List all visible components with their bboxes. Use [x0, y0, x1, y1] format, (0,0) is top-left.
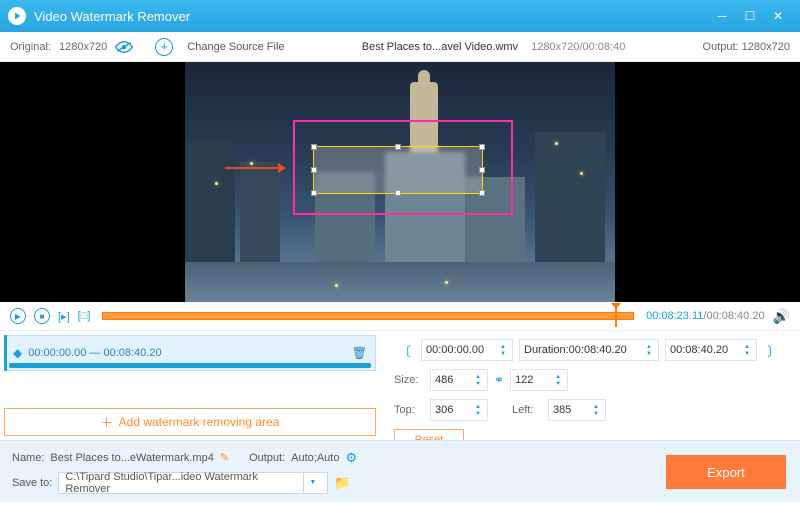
- size-label: Size:: [394, 374, 424, 386]
- play-button[interactable]: ▶: [10, 308, 26, 324]
- app-logo: [8, 7, 26, 25]
- path-dropdown-icon[interactable]: ▼: [303, 473, 321, 493]
- output-filename: Best Places to...eWatermark.mp4: [50, 452, 213, 464]
- open-folder-icon[interactable]: 📁: [334, 475, 350, 491]
- timecode-display: 00:08:23.11/00:08:40.20: [646, 310, 764, 322]
- maximize-button[interactable]: ☐: [736, 2, 764, 30]
- change-source-button[interactable]: Change Source File: [187, 41, 284, 53]
- range-end-bracket[interactable]: 〕: [763, 341, 784, 360]
- duration-input[interactable]: Duration:00:08:40.20▲▼: [519, 339, 659, 361]
- video-preview[interactable]: [0, 62, 800, 302]
- output-resolution: 1280x720: [742, 41, 790, 53]
- original-label: Original:: [10, 41, 51, 53]
- plus-icon: ＋: [101, 414, 113, 431]
- delete-segment-icon[interactable]: 🗑: [352, 346, 367, 360]
- watermark-selection[interactable]: [313, 146, 483, 194]
- end-time-input[interactable]: 00:08:40.20▲▼: [665, 339, 757, 361]
- volume-icon[interactable]: 🔊: [773, 308, 790, 325]
- width-input[interactable]: 486▲▼: [430, 369, 488, 391]
- name-label: Name:: [12, 452, 44, 464]
- compare-icon[interactable]: [115, 41, 133, 53]
- left-label: Left:: [512, 404, 542, 416]
- segment-range: 00:00:00.00 — 00:08:40.20: [28, 347, 161, 359]
- titlebar: Video Watermark Remover ─ ☐ ✕: [0, 0, 800, 32]
- add-area-label: Add watermark removing area: [119, 415, 280, 429]
- add-watermark-area-button[interactable]: ＋ Add watermark removing area: [4, 408, 376, 436]
- output-format: Auto;Auto: [291, 452, 339, 464]
- minimize-button[interactable]: ─: [708, 2, 736, 30]
- stop-button[interactable]: ■: [34, 308, 50, 324]
- original-resolution: 1280x720: [59, 41, 107, 53]
- annotation-arrow: [225, 167, 285, 169]
- file-meta: 1280x720/00:08:40: [531, 41, 625, 53]
- export-button[interactable]: Export: [666, 455, 786, 489]
- app-title: Video Watermark Remover: [34, 9, 708, 24]
- start-time-input[interactable]: 00:00:00.00▲▼: [421, 339, 513, 361]
- left-input[interactable]: 385▲▼: [548, 399, 606, 421]
- mark-in-button[interactable]: [▸]: [58, 310, 70, 323]
- add-source-icon[interactable]: +: [155, 38, 173, 56]
- output-format-label: Output:: [249, 452, 285, 464]
- playhead[interactable]: [615, 307, 617, 327]
- save-path-input[interactable]: C:\Tipard Studio\Tipar...ideo Watermark …: [58, 472, 328, 494]
- saveto-label: Save to:: [12, 477, 52, 489]
- segment-icon: ◆: [13, 346, 22, 360]
- watermark-segment[interactable]: ◆ 00:00:00.00 — 00:08:40.20 🗑: [4, 335, 376, 371]
- range-start-bracket[interactable]: 〔: [394, 341, 415, 360]
- close-button[interactable]: ✕: [764, 2, 792, 30]
- output-settings-icon[interactable]: ⚙: [345, 450, 357, 466]
- edit-name-icon[interactable]: ✎: [220, 451, 229, 464]
- playback-bar: ▶ ■ [▸] [□] 00:08:23.11/00:08:40.20 🔊: [0, 302, 800, 330]
- link-dimensions-icon[interactable]: ⚭: [494, 373, 504, 387]
- toolbar: Original: 1280x720 + Change Source File …: [0, 32, 800, 62]
- output-label: Output:: [703, 41, 739, 53]
- top-label: Top:: [394, 404, 424, 416]
- mark-out-button[interactable]: [□]: [78, 310, 91, 322]
- top-input[interactable]: 306▲▼: [430, 399, 488, 421]
- current-filename: Best Places to...avel Video.wmv: [362, 41, 518, 53]
- height-input[interactable]: 122▲▼: [510, 369, 568, 391]
- timeline-track[interactable]: [102, 312, 634, 320]
- bottom-bar: Name: Best Places to...eWatermark.mp4 ✎ …: [0, 440, 800, 502]
